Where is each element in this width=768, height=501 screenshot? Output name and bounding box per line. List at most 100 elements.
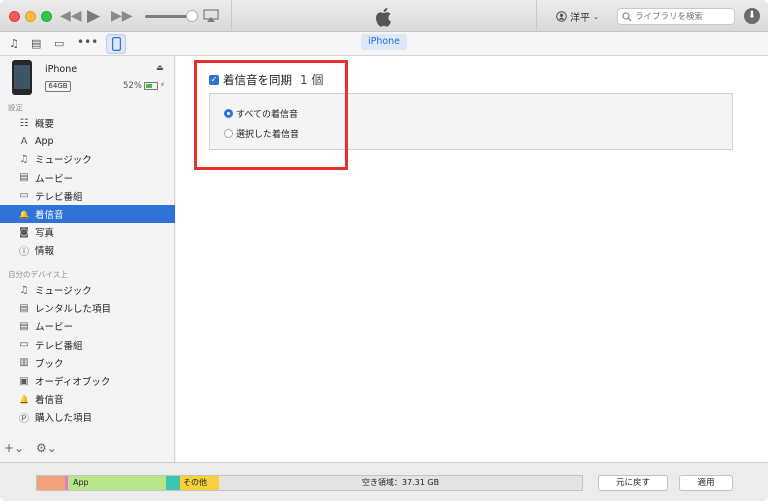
bottom-bar: App その他 空き領域：37.31 GB 元に戻す 適用 [0, 462, 768, 501]
apple-logo-icon [376, 7, 391, 27]
close-window-button[interactable] [9, 11, 20, 22]
sidebar-item[interactable]: ▭ テレビ番組 [0, 336, 175, 354]
info-icon: ⓘ [19, 246, 29, 258]
airplay-icon[interactable] [203, 9, 219, 23]
book-icon: ▥ [19, 357, 29, 369]
storage-segment-other: その他 [180, 476, 219, 490]
sidebar-item[interactable]: ♫ ミュージック [0, 281, 175, 299]
music-note-icon[interactable]: ♫ [9, 37, 19, 50]
sidebar-item-label: 購入した項目 [35, 413, 93, 425]
user-icon [556, 11, 567, 22]
sidebar-item-label: レンタルした項目 [35, 304, 112, 316]
main-content: ✓ 着信音を同期 1 個 すべての着信音 選択した着信音 [176, 56, 768, 462]
chevron-down-icon: ⌄ [593, 12, 599, 21]
rewind-icon[interactable]: ◀◀ [60, 6, 82, 26]
storage-segment-docs [166, 476, 180, 490]
sidebar-item-label: 情報 [35, 246, 55, 258]
sidebar-item-label: ムービー [35, 322, 74, 334]
settings-header: 設定 [8, 103, 23, 112]
sidebar-item-label: 着信音 [35, 210, 64, 221]
battery-percent: 52% [123, 81, 142, 91]
sidebar-item[interactable]: Ⓟ 購入した項目 [0, 408, 175, 426]
itunes-window: ◀◀ ▶ ▶▶ 洋平 ⌄ ライブラリを検索 ⬇ ♫ ▤ ▭ ••• iPhone… [0, 0, 768, 501]
tv-icon: ▭ [19, 190, 29, 202]
revert-button[interactable]: 元に戻す [598, 475, 668, 491]
device-name-tab[interactable]: iPhone [361, 34, 407, 50]
volume-slider-knob[interactable] [186, 10, 198, 22]
fast-forward-icon[interactable]: ▶▶ [111, 6, 133, 26]
iphone-icon [112, 37, 121, 51]
sidebar-item-label: オーディオブック [35, 377, 111, 388]
account-name: 洋平 [570, 13, 590, 24]
play-icon[interactable]: ▶ [87, 6, 100, 26]
tv-icon: ▭ [19, 339, 29, 351]
film-icon: ▤ [19, 320, 29, 332]
sidebar-item[interactable]: ♫ ミュージック [0, 150, 175, 168]
device-button[interactable] [106, 34, 126, 54]
device-summary[interactable]: iPhone ⏏ 64GB 52% ⚡ [0, 56, 175, 102]
charging-icon: ⚡ [160, 81, 165, 89]
storage-bar: App その他 空き領域：37.31 GB [36, 475, 583, 491]
sidebar-item-label: 着信音 [35, 395, 64, 407]
sidebar-item-label: ブック [35, 358, 64, 370]
sidebar-item[interactable]: ▣ オーディオブック [0, 372, 175, 390]
on-device-header: 自分のデバイス上 [8, 270, 68, 279]
film-icon[interactable]: ▤ [31, 37, 41, 50]
device-name: iPhone [45, 64, 78, 75]
tv-icon[interactable]: ▭ [54, 37, 64, 50]
title-bar: ◀◀ ▶ ▶▶ 洋平 ⌄ ライブラリを検索 ⬇ [0, 0, 768, 32]
bell-icon: 🔔 [19, 394, 29, 404]
bell-icon: 🔔 [19, 209, 29, 219]
sidebar-item-label: 写真 [35, 228, 55, 240]
sidebar-item[interactable]: ▭ テレビ番組 [0, 187, 175, 205]
downloads-button[interactable]: ⬇ [744, 8, 760, 24]
sidebar-item[interactable]: ▤ レンタルした項目 [0, 299, 175, 317]
account-menu[interactable]: 洋平 ⌄ [556, 8, 599, 25]
sidebar-item[interactable]: ☷ 概要 [0, 114, 175, 132]
sidebar-item[interactable]: ▤ ムービー [0, 317, 175, 335]
sidebar-item[interactable]: ⓘ 情報 [0, 241, 175, 259]
app-store-icon: A [20, 135, 28, 147]
toolbar-divider [536, 0, 537, 32]
sidebar-item-label: 概要 [35, 119, 55, 130]
film-icon: ▤ [19, 302, 29, 314]
search-input[interactable] [635, 11, 725, 22]
music-note-icon: ♫ [19, 284, 29, 296]
battery-level [146, 84, 153, 88]
sidebar-item[interactable]: 🔔 着信音 [0, 390, 175, 408]
toolbar-divider [231, 0, 232, 32]
sidebar-item-label: ムービー [35, 173, 74, 185]
sidebar-item-label: ミュージック [35, 286, 92, 297]
more-icon[interactable]: ••• [77, 35, 98, 49]
minimize-window-button[interactable] [25, 11, 36, 22]
sidebar-item-label: App [35, 135, 54, 147]
summary-icon: ☷ [19, 117, 29, 129]
storage-segment-audio [37, 476, 65, 490]
sidebar-item-label: テレビ番組 [35, 191, 83, 203]
capacity-badge: 64GB [45, 81, 71, 92]
camera-icon: ◙ [19, 226, 29, 238]
download-arrow-icon: ⬇ [747, 10, 757, 21]
gear-icon[interactable]: ⚙⌄ [36, 441, 57, 455]
sidebar-item[interactable]: ▤ ムービー [0, 169, 175, 187]
sidebar-item[interactable]: ▥ ブック [0, 354, 175, 372]
sidebar-footer: +⌄ ⚙⌄ [4, 441, 65, 455]
maximize-window-button[interactable] [41, 11, 52, 22]
battery-icon [144, 82, 158, 90]
sidebar-item[interactable]: 🔔 着信音 [0, 205, 175, 223]
library-search[interactable] [617, 8, 735, 25]
storage-segment-app: App [68, 476, 166, 490]
highlight-annotation-box [194, 60, 348, 170]
sidebar-item-label: ミュージック [35, 155, 92, 167]
storage-segment-free: 空き領域：37.31 GB [219, 476, 582, 490]
sidebar: iPhone ⏏ 64GB 52% ⚡ 設定 ☷ 概要 A App ♫ ミュージック ▤ ムー… [0, 56, 175, 462]
apply-button[interactable]: 適用 [679, 475, 733, 491]
film-icon: ▤ [19, 172, 29, 184]
eject-icon[interactable]: ⏏ [156, 63, 164, 72]
sidebar-item[interactable]: ◙ 写真 [0, 223, 175, 241]
sidebar-item[interactable]: A App [0, 132, 175, 150]
search-icon [622, 11, 632, 21]
iphone-image [12, 60, 32, 95]
add-icon[interactable]: +⌄ [4, 441, 24, 455]
audiobook-icon: ▣ [19, 375, 29, 387]
